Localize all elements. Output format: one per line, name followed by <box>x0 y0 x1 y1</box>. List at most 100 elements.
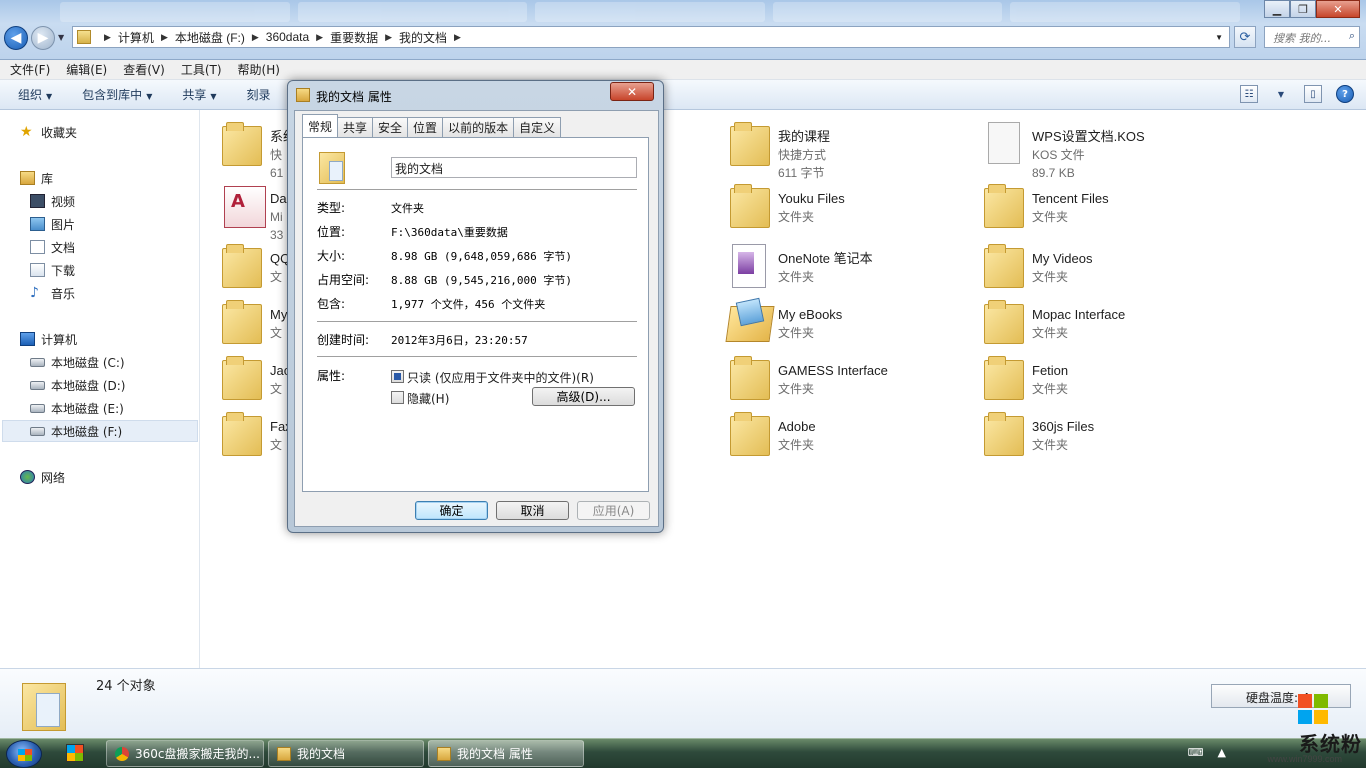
menu-view[interactable]: 查看(V) <box>123 61 165 78</box>
breadcrumb-360data[interactable]: 360data <box>266 30 309 44</box>
folder-name-field[interactable]: 我的文档 <box>391 157 637 178</box>
file-item[interactable]: 系统快 61 <box>220 120 296 182</box>
close-window-button[interactable]: ✕ <box>1316 0 1360 18</box>
tab-sharing[interactable]: 共享 <box>337 117 374 137</box>
tab-location[interactable]: 位置 <box>407 117 444 137</box>
folder-item[interactable]: QQ 文 <box>220 242 290 288</box>
nav-music[interactable]: ♪ 音乐 <box>30 283 75 303</box>
share-button[interactable]: 共享 ▼ <box>182 86 216 103</box>
chevron-right-icon[interactable]: ▶ <box>385 32 392 43</box>
dialog-close-button[interactable]: ✕ <box>610 82 654 101</box>
share-label: 共享 <box>182 88 207 102</box>
nav-libraries[interactable]: 库 <box>20 168 53 188</box>
chevron-right-icon[interactable]: ▶ <box>161 32 168 43</box>
back-button[interactable]: ◀ <box>4 26 28 50</box>
apply-button[interactable]: 应用(A) <box>577 501 650 520</box>
chevron-right-icon[interactable]: ▶ <box>316 32 323 43</box>
folder-item[interactable]: Fax 文 <box>220 410 292 456</box>
address-dropdown[interactable]: ▼ <box>1215 33 1223 42</box>
file-item[interactable]: 我的课程 快捷方式 611 字节 <box>728 120 830 182</box>
nav-favorites[interactable]: ★ 收藏夹 <box>20 122 77 142</box>
organize-button[interactable]: 组织 ▼ <box>18 86 52 103</box>
tray-expand-icon[interactable]: ▲ <box>1218 746 1226 759</box>
tab-security[interactable]: 安全 <box>372 117 409 137</box>
picture-icon <box>30 217 45 231</box>
include-library-button[interactable]: 包含到库中 ▼ <box>82 86 152 103</box>
folder-item[interactable]: Jac 文 <box>220 354 290 400</box>
tab-previous-versions[interactable]: 以前的版本 <box>442 117 515 137</box>
search-input[interactable]: 搜索 我的... ⌕ <box>1264 26 1360 48</box>
windows-flag-icon[interactable] <box>66 744 84 762</box>
folder-icon <box>728 354 770 400</box>
breadcrumb-my-documents[interactable]: 我的文档 <box>399 29 447 46</box>
burn-button[interactable]: 刻录 <box>247 86 271 103</box>
minimize-button[interactable]: ▁ <box>1264 0 1290 18</box>
menu-help[interactable]: 帮助(H) <box>238 61 280 78</box>
item-count: 24 个对象 <box>96 679 156 694</box>
forward-button[interactable]: ▶ <box>31 26 55 50</box>
include-library-label: 包含到库中 <box>82 88 143 102</box>
chevron-right-icon[interactable]: ▶ <box>454 32 461 43</box>
file-item[interactable]: DaMi33 <box>220 182 287 244</box>
advanced-button[interactable]: 高级(D)... <box>532 387 635 406</box>
breadcrumb-important-data[interactable]: 重要数据 <box>330 29 378 46</box>
taskbar-item-properties[interactable]: 我的文档 属性 <box>428 740 584 767</box>
folder-icon <box>437 746 451 761</box>
hidden-checkbox[interactable] <box>391 391 404 404</box>
ok-button[interactable]: 确定 <box>415 501 488 520</box>
folder-item[interactable]: Youku Files 文件夹 <box>728 182 845 228</box>
history-dropdown[interactable]: ▼ <box>58 33 64 42</box>
nav-drive-e[interactable]: 本地磁盘 (E:) <box>30 398 124 418</box>
drive-icon <box>30 426 45 436</box>
nav-computer[interactable]: 计算机 <box>20 329 77 349</box>
folder-item[interactable]: 360js Files 文件夹 <box>982 410 1094 456</box>
taskbar-item-my-documents[interactable]: 我的文档 <box>268 740 424 767</box>
readonly-checkbox[interactable] <box>391 370 404 383</box>
hdd-temperature-widget[interactable]: 硬盘温度: 4 <box>1211 684 1351 708</box>
view-mode-icon[interactable]: ☷ <box>1240 85 1258 103</box>
nav-video[interactable]: 视频 <box>30 191 75 211</box>
folder-item[interactable]: My 文 <box>220 298 287 344</box>
file-item[interactable]: WPS设置文档.KOS KOS 文件 89.7 KB <box>982 120 1145 182</box>
nav-downloads[interactable]: 下载 <box>30 260 75 280</box>
search-placeholder: 搜索 我的... <box>1273 32 1331 45</box>
cancel-button[interactable]: 取消 <box>496 501 569 520</box>
logo-tile <box>1314 710 1328 724</box>
nav-drive-d[interactable]: 本地磁盘 (D:) <box>30 375 125 395</box>
help-icon[interactable]: ? <box>1336 85 1354 103</box>
chevron-right-icon[interactable]: ▶ <box>252 32 259 43</box>
size-on-disk-label: 占用空间: <box>317 273 370 287</box>
search-icon[interactable]: ⌕ <box>1349 29 1355 43</box>
keyboard-icon[interactable]: ⌨ <box>1188 746 1204 759</box>
nav-drive-f[interactable]: 本地磁盘 (F:) <box>30 421 122 441</box>
folder-item[interactable]: Adobe 文件夹 <box>728 410 816 456</box>
menu-tools[interactable]: 工具(T) <box>181 61 222 78</box>
folder-item[interactable]: Mopac Interface 文件夹 <box>982 298 1125 344</box>
background-window-titles <box>60 2 1240 22</box>
refresh-button[interactable]: ⟳ <box>1234 26 1256 48</box>
preview-pane-icon[interactable]: ▯ <box>1304 85 1322 103</box>
breadcrumb-drive-f[interactable]: 本地磁盘 (F:) <box>175 29 245 46</box>
nav-documents[interactable]: 文档 <box>30 237 75 257</box>
nav-pictures[interactable]: 图片 <box>30 214 75 234</box>
folder-item[interactable]: Tencent Files 文件夹 <box>982 182 1109 228</box>
nav-network[interactable]: 网络 <box>20 467 65 487</box>
folder-item[interactable]: OneNote 笔记本 文件夹 <box>728 242 873 288</box>
folder-item[interactable]: Fetion 文件夹 <box>982 354 1068 400</box>
menu-edit[interactable]: 编辑(E) <box>66 61 107 78</box>
drive-icon <box>30 403 45 413</box>
nav-drive-c[interactable]: 本地磁盘 (C:) <box>30 352 125 372</box>
view-dropdown-icon[interactable]: ▼ <box>1272 85 1290 103</box>
maximize-button[interactable]: ❐ <box>1290 0 1316 18</box>
taskbar-item-360[interactable]: 360c盘搬家搬走我的... <box>106 740 264 767</box>
chevron-right-icon[interactable]: ▶ <box>104 32 111 43</box>
tab-general[interactable]: 常规 <box>302 114 339 137</box>
address-bar[interactable]: ▶ 计算机 ▶ 本地磁盘 (F:) ▶ 360data ▶ 重要数据 ▶ 我的文… <box>72 26 1230 48</box>
tab-customize[interactable]: 自定义 <box>513 117 562 137</box>
folder-item[interactable]: My eBooks 文件夹 <box>728 298 842 344</box>
start-button[interactable] <box>6 740 42 768</box>
folder-item[interactable]: My Videos 文件夹 <box>982 242 1092 288</box>
folder-item[interactable]: GAMESS Interface 文件夹 <box>728 354 888 400</box>
menu-file[interactable]: 文件(F) <box>10 61 50 78</box>
breadcrumb-computer[interactable]: 计算机 <box>118 29 154 46</box>
